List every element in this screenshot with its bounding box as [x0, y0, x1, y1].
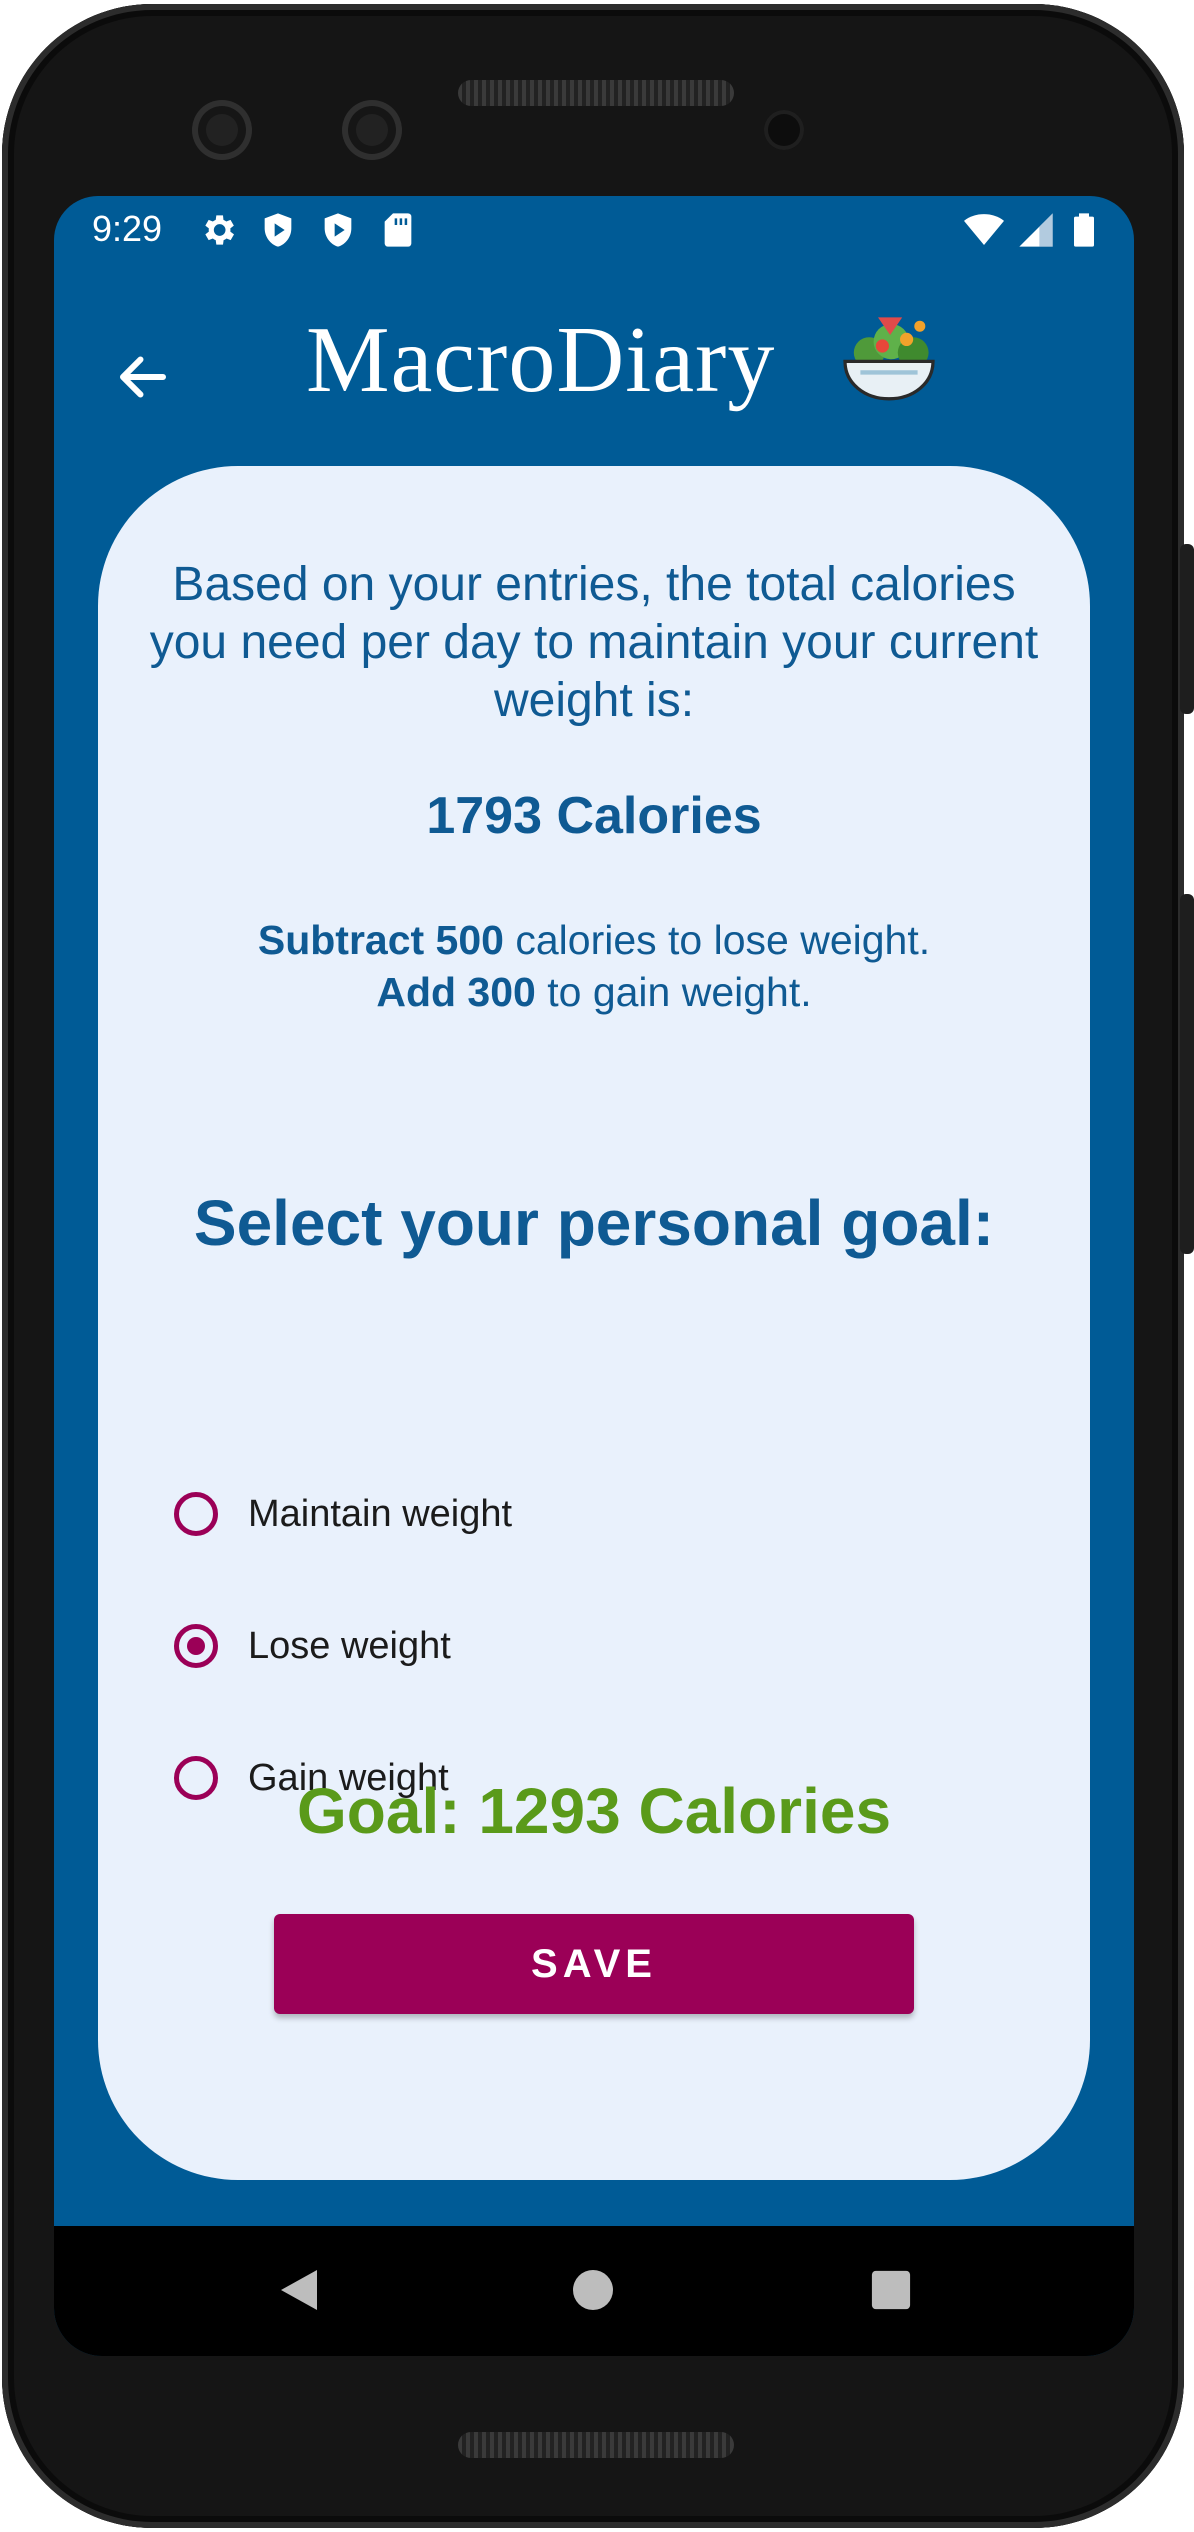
- power-button: [1180, 544, 1194, 714]
- lose-amount: Subtract 500: [257, 917, 504, 963]
- screen: 9:29 MacroDiary Based on your entries, t…: [54, 196, 1134, 2356]
- radio-label: Maintain weight: [248, 1492, 513, 1535]
- play-protect-icon: [324, 213, 352, 247]
- triangle-back-icon: [281, 2270, 317, 2310]
- status-time: 9:29: [92, 208, 163, 249]
- lose-hint: Subtract 500 calories to lose weight.: [98, 914, 1090, 966]
- bottom-speaker: [458, 2432, 734, 2458]
- app-bar: MacroDiary: [54, 266, 1134, 486]
- radio-button-selected[interactable]: [174, 1624, 218, 1668]
- arrow-left-icon: [120, 356, 166, 398]
- goal-title: Select your personal goal:: [193, 1187, 995, 1259]
- volume-button: [1180, 894, 1194, 1254]
- top-speaker: [458, 80, 734, 106]
- calorie-card: Based on your entries, the total calorie…: [98, 466, 1090, 2180]
- back-button[interactable]: [98, 332, 188, 422]
- navigation-bar: [54, 2226, 1134, 2356]
- status-bar: 9:29: [54, 196, 1134, 266]
- lose-text: calories to lose weight.: [503, 917, 931, 963]
- nav-home-button[interactable]: [548, 2250, 638, 2330]
- circle-home-icon: [573, 2270, 613, 2310]
- radio-label: Lose weight: [248, 1624, 451, 1667]
- signal-icon: [1019, 213, 1053, 247]
- proximity-sensor: [764, 110, 804, 150]
- play-protect-icon: [264, 213, 292, 247]
- radio-maintain-weight[interactable]: Maintain weight: [174, 1474, 874, 1554]
- gain-amount: Add 300: [376, 969, 536, 1015]
- square-recents-icon: [871, 2270, 911, 2310]
- calorie-hints: Subtract 500 calories to lose weight. Ad…: [98, 914, 1090, 1018]
- wifi-icon: [964, 214, 1004, 245]
- sd-card-icon: [384, 213, 412, 247]
- app-title: MacroDiary: [306, 308, 776, 412]
- goal-calories: Goal: 1293 Calories: [296, 1775, 892, 1847]
- save-button[interactable]: SAVE: [274, 1914, 914, 2014]
- radio-lose-weight[interactable]: Lose weight: [174, 1606, 874, 1686]
- salad-bowl-icon: [843, 317, 935, 401]
- nav-recents-button[interactable]: [846, 2250, 936, 2330]
- maintenance-calories: 1793 Calories: [426, 787, 762, 845]
- battery-icon: [1074, 213, 1094, 247]
- radio-button[interactable]: [174, 1492, 218, 1536]
- nav-back-button[interactable]: [254, 2250, 344, 2330]
- front-camera-secondary: [342, 100, 402, 160]
- front-camera: [192, 100, 252, 160]
- gain-text: to gain weight.: [535, 969, 812, 1015]
- gain-hint: Add 300 to gain weight.: [98, 966, 1090, 1018]
- intro-text: Based on your entries, the total calorie…: [149, 558, 1039, 727]
- settings-icon: [205, 215, 234, 245]
